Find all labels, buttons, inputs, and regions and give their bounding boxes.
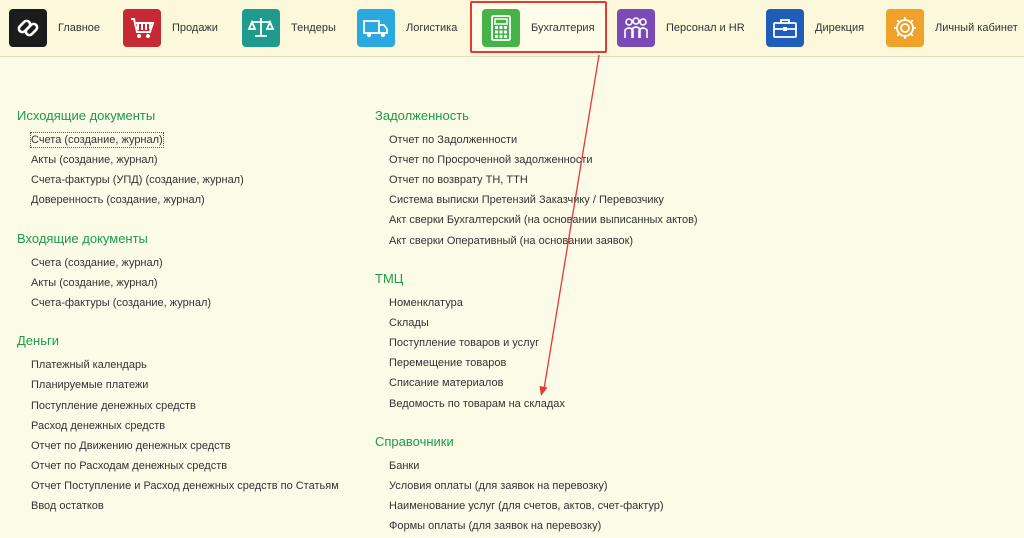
- menu-item[interactable]: Номенклатура: [389, 296, 463, 310]
- section-tab-label: Личный кабинет: [935, 22, 1018, 34]
- menu-item[interactable]: Отчет по Расходам денежных средств: [31, 459, 227, 473]
- group-title-incoming-documents: Входящие документы: [17, 231, 148, 246]
- group-title-inventory: ТМЦ: [375, 271, 404, 286]
- truck-icon: [357, 9, 395, 47]
- section-tab-label: Тендеры: [291, 22, 336, 34]
- group-title-money: Деньги: [17, 333, 59, 348]
- menu-item[interactable]: Условия оплаты (для заявок на перевозку): [389, 479, 608, 493]
- section-tab-label: Бухгалтерия: [531, 22, 595, 34]
- section-tab-label: Логистика: [406, 22, 458, 34]
- menu-item[interactable]: Отчет по возврату ТН, ТТН: [389, 173, 528, 187]
- group-title-outgoing-documents: Исходящие документы: [17, 108, 156, 123]
- menu-item[interactable]: Планируемые платежи: [31, 378, 148, 392]
- menu-item[interactable]: Акты (создание, журнал): [31, 153, 158, 167]
- menu-item[interactable]: Перемещение товаров: [389, 356, 506, 370]
- section-tab-label: Дирекция: [815, 22, 865, 34]
- section-tab-personal-account[interactable]: Личный кабинет: [886, 0, 1018, 56]
- section-tab-label: Главное: [58, 22, 101, 34]
- cart-icon: [123, 9, 161, 47]
- section-tab-logistics[interactable]: Логистика: [357, 0, 457, 56]
- menu-item[interactable]: Склады: [389, 316, 429, 330]
- section-tab-label: Персонал и HR: [666, 22, 745, 34]
- menu-item[interactable]: Ведомость по товарам на складах: [389, 397, 565, 411]
- group-title-directories: Справочники: [375, 434, 454, 449]
- menu-item[interactable]: Платежный календарь: [31, 358, 147, 372]
- scales-icon: [242, 9, 280, 47]
- section-tab-directorate[interactable]: Дирекция: [766, 0, 864, 56]
- menu-item[interactable]: Банки: [389, 459, 419, 473]
- menu-item[interactable]: Счета (создание, журнал): [31, 256, 163, 270]
- gear-icon: [886, 9, 924, 47]
- menu-item[interactable]: Акты (создание, журнал): [31, 276, 158, 290]
- menu-item[interactable]: Система выписки Претензий Заказчику / Пе…: [389, 193, 664, 207]
- section-tab-main[interactable]: Главное: [9, 0, 100, 56]
- menu-item[interactable]: Счета (создание, журнал): [30, 132, 164, 148]
- menu-item[interactable]: Наименование услуг (для счетов, актов, с…: [389, 499, 664, 513]
- group-title-debt: Задолженность: [375, 108, 469, 123]
- section-tab-sales[interactable]: Продажи: [123, 0, 218, 56]
- menu-item[interactable]: Отчет по Движению денежных средств: [31, 439, 231, 453]
- section-tab-accounting[interactable]: Бухгалтерия: [482, 0, 595, 56]
- menu-item[interactable]: Отчет по Просроченной задолженности: [389, 153, 593, 167]
- menu-item[interactable]: Поступление товаров и услуг: [389, 336, 539, 350]
- menu-item[interactable]: Акт сверки Бухгалтерский (на основании в…: [389, 213, 698, 227]
- menu-item[interactable]: Отчет по Задолженности: [389, 133, 517, 147]
- menu-item[interactable]: Расход денежных средств: [31, 419, 165, 433]
- menu-item[interactable]: Ввод остатков: [31, 499, 104, 513]
- calculator-icon: [482, 9, 520, 47]
- section-bar: Главное Продажи Тендеры Логистика Бухгал…: [0, 0, 1024, 57]
- section-tab-personnel[interactable]: Персонал и HR: [617, 0, 745, 56]
- menu-item[interactable]: Отчет Поступление и Расход денежных сред…: [31, 479, 339, 493]
- menu-item[interactable]: Счета-фактуры (УПД) (создание, журнал): [31, 173, 244, 187]
- menu-item[interactable]: Списание материалов: [389, 376, 503, 390]
- section-tab-label: Продажи: [172, 22, 218, 34]
- link-icon: [9, 9, 47, 47]
- people-icon: [617, 9, 655, 47]
- menu-item[interactable]: Счета-фактуры (создание, журнал): [31, 296, 211, 310]
- section-tab-tenders[interactable]: Тендеры: [242, 0, 336, 56]
- menu-item[interactable]: Поступление денежных средств: [31, 399, 196, 413]
- menu-item[interactable]: Доверенность (создание, журнал): [31, 193, 205, 207]
- briefcase-icon: [766, 9, 804, 47]
- menu-item[interactable]: Акт сверки Оперативный (на основании зая…: [389, 234, 633, 248]
- menu-item[interactable]: Формы оплаты (для заявок на перевозку): [389, 519, 601, 533]
